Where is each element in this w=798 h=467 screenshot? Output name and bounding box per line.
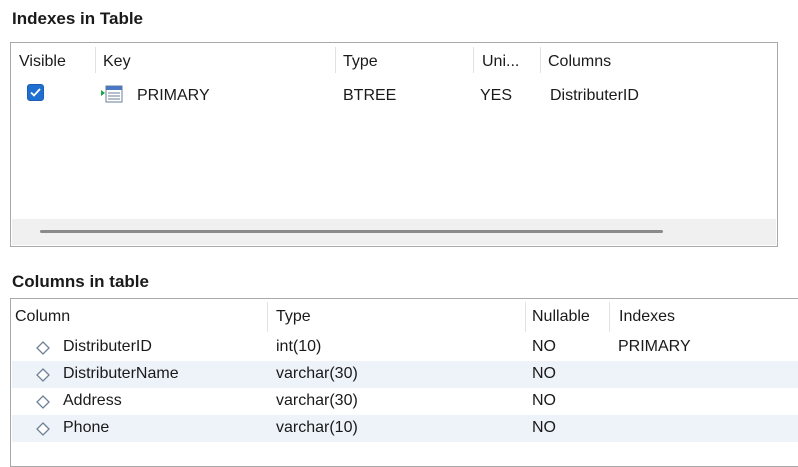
header-divider — [540, 47, 541, 73]
table-row[interactable]: Address varchar(30) NO — [12, 388, 798, 415]
column-diamond-icon — [36, 422, 50, 436]
header-unique[interactable]: Uni... — [482, 53, 519, 71]
header-divider — [267, 302, 268, 332]
column-nullable: NO — [532, 365, 556, 382]
table-row[interactable]: Phone varchar(10) NO — [12, 415, 798, 442]
column-indexes: PRIMARY — [618, 338, 691, 355]
column-nullable: NO — [532, 419, 556, 436]
column-type: varchar(30) — [276, 365, 358, 382]
header-divider — [609, 302, 610, 332]
column-type: varchar(10) — [276, 419, 358, 436]
column-name: Phone — [63, 419, 110, 436]
checkmark-icon — [30, 88, 41, 97]
columns-grid[interactable]: Column Type Nullable Indexes Distributer… — [10, 298, 798, 467]
column-nullable: NO — [532, 392, 556, 409]
column-name: Address — [63, 392, 122, 409]
header-type[interactable]: Type — [276, 308, 311, 326]
column-diamond-icon — [36, 368, 50, 382]
horizontal-scrollbar[interactable] — [12, 219, 776, 245]
header-key[interactable]: Key — [103, 53, 131, 71]
index-key-icon — [101, 85, 123, 103]
header-divider — [95, 47, 96, 73]
column-diamond-icon — [36, 341, 50, 355]
table-row[interactable]: DistributerName varchar(30) NO — [12, 361, 798, 388]
header-indexes[interactable]: Indexes — [619, 308, 675, 326]
header-divider — [335, 47, 336, 73]
header-visible[interactable]: Visible — [19, 53, 66, 71]
header-divider — [473, 47, 474, 73]
indexes-grid[interactable]: Visible Key Type Uni... Columns PRIMARY … — [10, 42, 778, 247]
header-divider — [525, 302, 526, 332]
header-columns[interactable]: Columns — [548, 53, 611, 71]
index-key-name: PRIMARY — [137, 87, 210, 104]
index-unique: YES — [480, 87, 513, 104]
column-nullable: NO — [532, 338, 556, 355]
column-name: DistributerID — [63, 338, 152, 355]
visible-checkbox[interactable] — [27, 84, 44, 101]
index-type: BTREE — [343, 87, 397, 104]
column-type: int(10) — [276, 338, 322, 355]
column-diamond-icon — [36, 395, 50, 409]
scrollbar-thumb[interactable] — [40, 230, 663, 233]
header-type[interactable]: Type — [343, 53, 378, 71]
columns-section-title: Columns in table — [12, 272, 149, 291]
index-columns: DistributerID — [550, 87, 639, 104]
column-type: varchar(30) — [276, 392, 358, 409]
indexes-section-title: Indexes in Table — [12, 9, 144, 28]
table-row[interactable]: DistributerID int(10) NO PRIMARY — [12, 334, 798, 361]
header-nullable[interactable]: Nullable — [532, 308, 590, 326]
header-column[interactable]: Column — [15, 308, 70, 326]
column-name: DistributerName — [63, 365, 179, 382]
